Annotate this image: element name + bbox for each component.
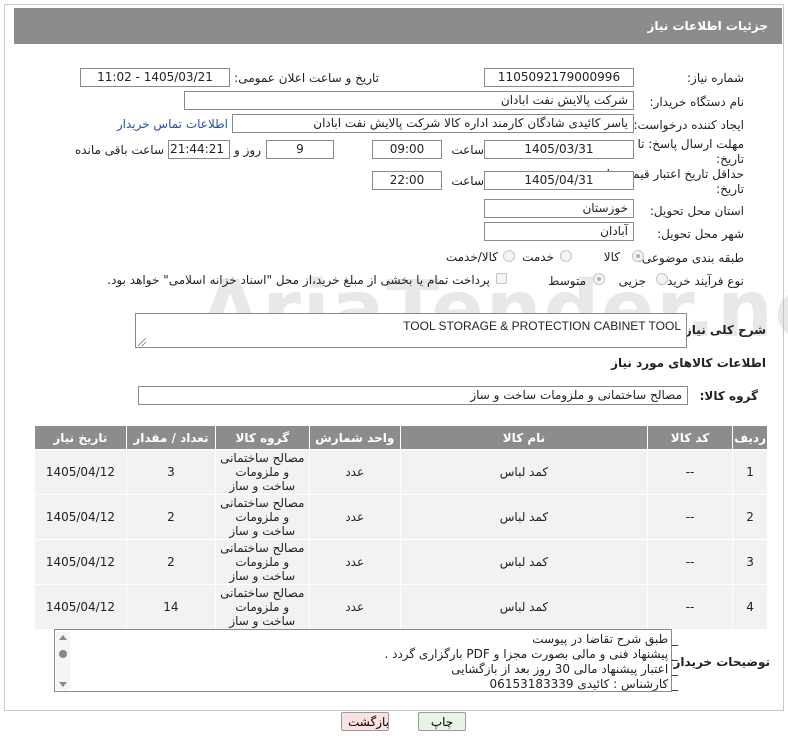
cell-unit: عدد <box>308 449 401 495</box>
province-label: استان محل تحویل: <box>649 204 744 218</box>
remaining-label: ساعت باقی مانده <box>74 143 164 157</box>
table-row: 3 -- کمد لباس عدد مصالح ساختمانی و ملزوم… <box>34 539 768 585</box>
reply-date-field: 1405/03/31 <box>484 140 634 159</box>
buyer-note-line: _ اعتبار پیشنهاد مالی 30 روز بعد از بازگ… <box>451 662 678 676</box>
days-label: روز و <box>234 143 261 157</box>
treasury-payment-checkbox[interactable] <box>496 273 507 284</box>
need-number-label: شماره نیاز: <box>687 71 744 85</box>
description-label: شرح کلی نیاز: <box>680 323 766 337</box>
cell-code: -- <box>646 584 734 630</box>
cell-qty: 2 <box>125 494 217 540</box>
category-radio-service[interactable] <box>560 250 572 262</box>
cell-name: کمد لباس <box>399 494 648 540</box>
cell-unit: عدد <box>308 494 401 540</box>
notes-scrollbar[interactable] <box>56 632 70 690</box>
scroll-thumb[interactable] <box>59 650 67 658</box>
payment-note: پرداخت تمام یا بخشی از مبلغ خرید،از محل … <box>107 273 490 287</box>
items-table: ردیف کد کالا نام کالا واحد شمارش گروه کا… <box>34 425 768 630</box>
cell-code: -- <box>646 449 734 495</box>
cell-code: -- <box>646 494 734 540</box>
cell-group: مصالح ساختمانی و ملزومات ساخت و ساز <box>215 494 310 540</box>
col-date: تاریخ نیاز <box>34 425 127 450</box>
process-label: نوع فرآیند خرید : <box>659 274 744 288</box>
process-radio-minor[interactable] <box>656 273 668 285</box>
scroll-up-icon[interactable] <box>59 635 67 640</box>
description-field: TOOL STORAGE & PROTECTION CABINET TOOL <box>135 313 687 348</box>
cell-code: -- <box>646 539 734 585</box>
reply-deadline-label: مهلت ارسال پاسخ: تا تاریخ: <box>637 137 744 166</box>
category-radio-goods[interactable] <box>632 250 644 262</box>
cell-unit: عدد <box>308 584 401 630</box>
remaining-time-field: 21:44:21 <box>168 140 230 159</box>
cell-row: 3 <box>732 539 768 585</box>
goods-group-label: گروه کالا: <box>699 389 758 403</box>
cell-date: 1405/04/12 <box>34 494 127 540</box>
process-radio-medium[interactable] <box>593 273 605 285</box>
buyer-org-label: نام دستگاه خریدار: <box>649 95 745 109</box>
description-text: TOOL STORAGE & PROTECTION CABINET TOOL <box>403 319 681 333</box>
page-title: جزئیات اطلاعات نیاز <box>647 19 768 33</box>
price-time-field: 22:00 <box>372 171 442 190</box>
scroll-down-icon[interactable] <box>59 682 67 687</box>
col-unit: واحد شمارش <box>308 425 401 450</box>
col-name: نام کالا <box>399 425 648 450</box>
cell-name: کمد لباس <box>399 449 648 495</box>
process-option-minor: جزیی <box>618 274 646 288</box>
category-radio-goods-service[interactable] <box>503 250 515 262</box>
cell-group: مصالح ساختمانی و ملزومات ساخت و ساز <box>215 449 310 495</box>
days-field: 9 <box>266 140 334 159</box>
announce-label: تاریخ و ساعت اعلان عمومی: <box>234 71 379 85</box>
cell-group: مصالح ساختمانی و ملزومات ساخت و ساز <box>215 584 310 630</box>
announce-field: 1405/03/21 - 11:02 <box>80 68 230 87</box>
cell-row: 2 <box>732 494 768 540</box>
table-row: 2 -- کمد لباس عدد مصالح ساختمانی و ملزوم… <box>34 494 768 540</box>
cell-date: 1405/04/12 <box>34 449 127 495</box>
goods-info-title: اطلاعات کالاهای مورد نیاز <box>611 356 766 370</box>
table-header-row: ردیف کد کالا نام کالا واحد شمارش گروه کا… <box>34 425 768 450</box>
creator-field: یاسر کائیدی شادگان کارمند اداره کالا شرک… <box>232 114 634 133</box>
goods-group-field: مصالح ساختمانی و ملزومات ساخت و ساز <box>138 386 688 405</box>
category-option-goods: کالا <box>603 250 620 264</box>
reply-time-field: 09:00 <box>372 140 442 159</box>
buyer-notes-label: توضیحات خریدار: <box>668 655 770 669</box>
col-code: کد کالا <box>646 425 734 450</box>
reply-time-label: ساعت <box>451 143 484 157</box>
cell-unit: عدد <box>308 539 401 585</box>
col-group: گروه کالا <box>215 425 310 450</box>
process-option-medium: متوسط <box>548 274 586 288</box>
table-row: 4 -- کمد لباس عدد مصالح ساختمانی و ملزوم… <box>34 584 768 630</box>
price-date-field: 1405/04/31 <box>484 171 634 190</box>
cell-date: 1405/04/12 <box>34 584 127 630</box>
cell-name: کمد لباس <box>399 584 648 630</box>
province-field: خوزستان <box>484 199 634 218</box>
price-time-label: ساعت <box>451 174 484 188</box>
buyer-note-line: _ طبق شرح تقاضا در پیوست <box>532 632 678 646</box>
city-field: آبادان <box>484 222 634 241</box>
category-option-service: خدمت <box>522 250 554 264</box>
col-qty: تعداد / مقدار <box>125 425 217 450</box>
buyer-org-field: شرکت پالایش نفت ابادان <box>184 91 634 110</box>
need-number-field: 1105092179000996 <box>484 68 634 87</box>
cell-row: 4 <box>732 584 768 630</box>
city-label: شهر محل تحویل: <box>657 227 744 241</box>
back-button[interactable]: بازگشت <box>341 712 389 731</box>
resize-grip-icon[interactable] <box>138 338 146 346</box>
buyer-note-line: _ پیشنهاد فنی و مالی بصورت مجزا و PDF با… <box>384 647 678 661</box>
cell-qty: 3 <box>125 449 217 495</box>
page-header: جزئیات اطلاعات نیاز <box>14 8 782 44</box>
category-label: طبقه بندی موضوعی: <box>637 251 744 265</box>
print-button[interactable]: چاپ <box>418 712 466 731</box>
cell-row: 1 <box>732 449 768 495</box>
cell-date: 1405/04/12 <box>34 539 127 585</box>
cell-name: کمد لباس <box>399 539 648 585</box>
creator-label: ایجاد کننده درخواست: <box>633 118 744 132</box>
cell-qty: 14 <box>125 584 217 630</box>
col-row: ردیف <box>732 425 768 450</box>
cell-group: مصالح ساختمانی و ملزومات ساخت و ساز <box>215 539 310 585</box>
contact-info-link[interactable]: اطلاعات تماس خریدار <box>117 117 228 131</box>
cell-qty: 2 <box>125 539 217 585</box>
table-row: 1 -- کمد لباس عدد مصالح ساختمانی و ملزوم… <box>34 449 768 495</box>
buyer-note-line: _ کارشناس : کائیدی 06153183339 <box>489 677 678 691</box>
category-option-goods-service: کالا/خدمت <box>445 250 498 264</box>
